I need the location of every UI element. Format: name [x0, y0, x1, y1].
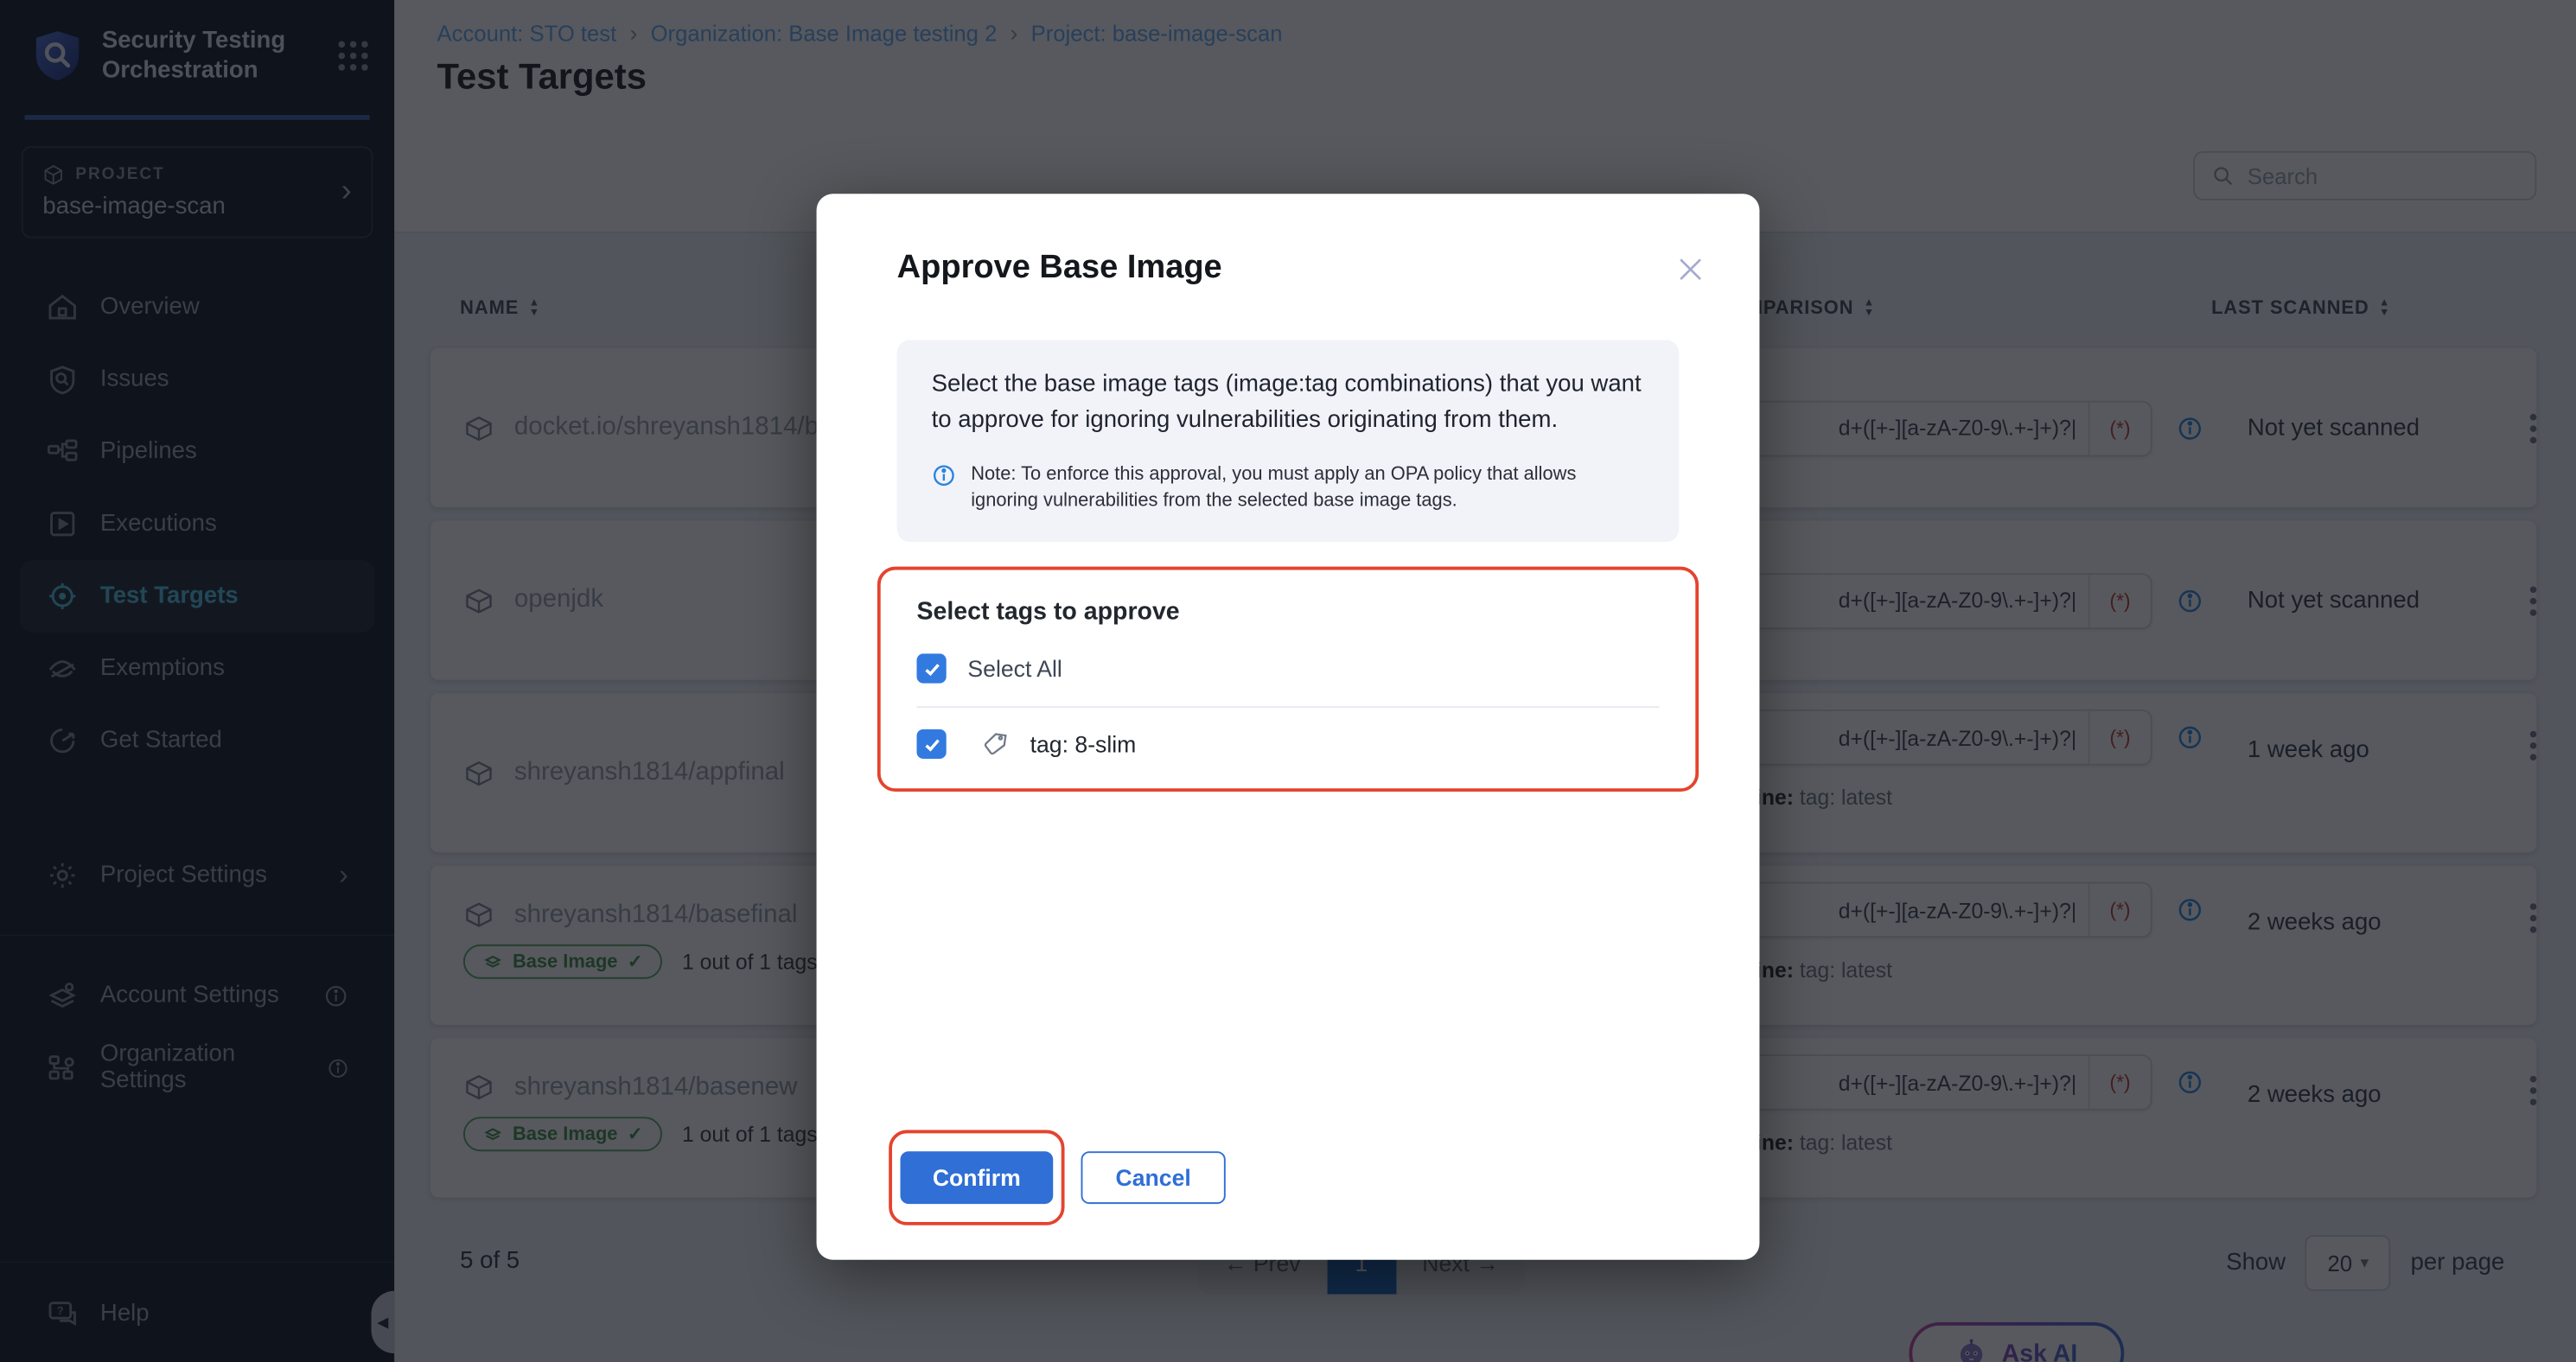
modal-description: Select the base image tags (image:tag co… — [932, 368, 1645, 440]
select-all-checkbox[interactable] — [916, 653, 946, 683]
modal-title: Approve Base Image — [897, 250, 1222, 288]
section-title: Select tags to approve — [916, 598, 1659, 626]
tag-item-label: tag: 8-slim — [1030, 731, 1137, 757]
tag-checkbox[interactable] — [916, 729, 946, 759]
tag-item-row: tag: 8-slim — [916, 729, 1659, 759]
modal-description-box: Select the base image tags (image:tag co… — [897, 340, 1680, 542]
select-tags-section: Select tags to approve Select All — [877, 567, 1699, 792]
check-icon — [922, 735, 940, 753]
screen: Security Testing Orchestration PROJECT b… — [0, 0, 2576, 1362]
section-divider — [916, 706, 1659, 708]
confirm-button[interactable]: Confirm — [900, 1151, 1053, 1204]
select-all-label: Select All — [967, 655, 1062, 681]
close-icon[interactable] — [1674, 253, 1707, 286]
modal-note-row: Note: To enforce this approval, you must… — [932, 461, 1645, 515]
cancel-button[interactable]: Cancel — [1081, 1151, 1226, 1204]
tag-icon — [983, 731, 1009, 757]
approve-base-image-modal: Approve Base Image Select the base image… — [817, 194, 1760, 1259]
check-icon — [922, 659, 940, 678]
select-all-row: Select All — [916, 653, 1659, 683]
info-icon — [932, 462, 957, 487]
modal-note: Note: To enforce this approval, you must… — [971, 461, 1644, 515]
